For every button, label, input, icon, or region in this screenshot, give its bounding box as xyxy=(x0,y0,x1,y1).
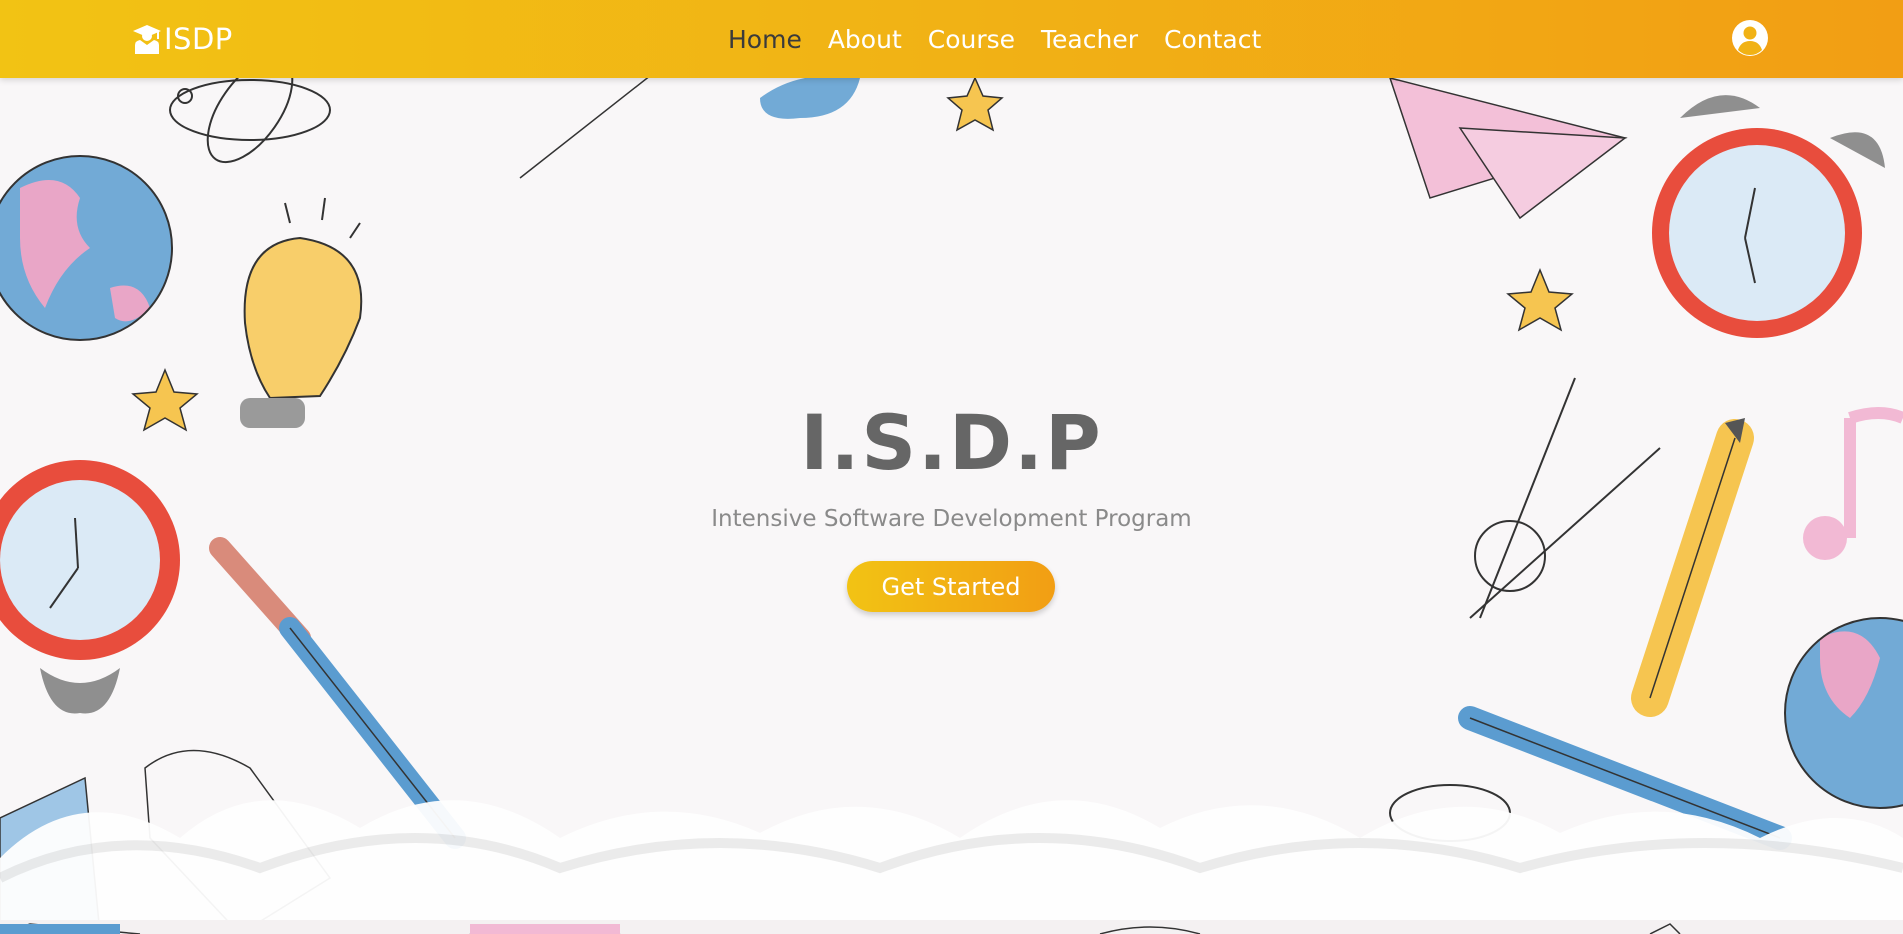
cloud-band xyxy=(0,800,1903,934)
bottom-strip xyxy=(0,920,1903,934)
eraser-icon xyxy=(760,78,860,119)
landing-page: ISDP Home About Course Teacher Contact I… xyxy=(0,0,1903,934)
nav-about[interactable]: About xyxy=(815,25,915,54)
atom-icon xyxy=(169,78,331,164)
paper-plane-icon xyxy=(1389,78,1628,220)
alarm-clock-icon xyxy=(0,460,180,714)
nav-contact[interactable]: Contact xyxy=(1151,25,1274,54)
nav-teacher[interactable]: Teacher xyxy=(1028,25,1151,54)
globe-icon xyxy=(0,155,173,341)
hero-section: I.S.D.P Intensive Software Development P… xyxy=(0,78,1903,934)
lightbulb-icon xyxy=(240,197,363,428)
nav-home[interactable]: Home xyxy=(715,25,815,54)
star-icon xyxy=(1506,268,1574,332)
top-navbar: ISDP Home About Course Teacher Contact xyxy=(0,0,1903,78)
main-nav: Home About Course Teacher Contact xyxy=(715,20,1274,58)
brand-logo[interactable]: ISDP xyxy=(132,20,233,58)
graduate-icon xyxy=(133,25,161,54)
alarm-clock-icon xyxy=(1652,95,1885,338)
sticky-note-icon xyxy=(0,924,120,934)
eraser-icon xyxy=(470,924,620,934)
globe-icon xyxy=(1784,617,1903,809)
pen-icon xyxy=(505,78,672,193)
star-icon xyxy=(946,78,1004,132)
hero-title: I.S.D.P xyxy=(800,398,1103,487)
hero-subtitle: Intensive Software Development Program xyxy=(711,506,1192,532)
user-circle-icon[interactable] xyxy=(1731,19,1769,57)
brand-name: ISDP xyxy=(164,22,233,56)
get-started-button[interactable]: Get Started xyxy=(847,561,1055,612)
nav-course[interactable]: Course xyxy=(915,25,1028,54)
